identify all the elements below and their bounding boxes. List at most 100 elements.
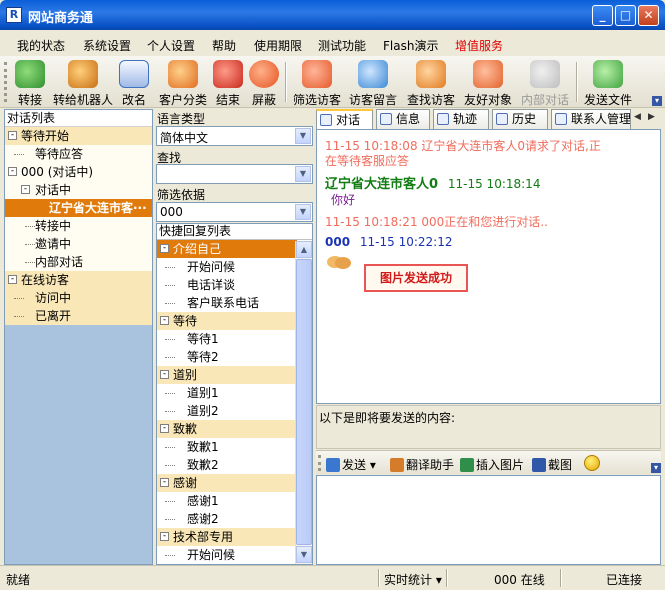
quick-reply-category[interactable]: - 道别 xyxy=(157,366,297,384)
tree-item-visitor-dalian[interactable]: 辽宁省大连市客··· xyxy=(5,199,152,217)
connection-status: 已连接 xyxy=(606,573,643,587)
menu-help[interactable]: 帮助 xyxy=(212,37,236,54)
rename-button[interactable]: 改名 xyxy=(118,58,150,107)
visitor-message-text: 你好 xyxy=(331,193,356,207)
message-input[interactable] xyxy=(316,475,661,565)
menu-usage-period[interactable]: 使用期限 xyxy=(254,37,302,54)
quick-reply-item[interactable]: 开始问候 xyxy=(157,546,297,564)
menu-flash-demo[interactable]: Flash演示 xyxy=(383,37,438,54)
minimize-button[interactable]: _ xyxy=(592,5,613,26)
scroll-down-icon[interactable]: ▼ xyxy=(296,546,312,563)
menu-my-status[interactable]: 我的状态 xyxy=(17,37,65,54)
quick-reply-item[interactable]: 客户联系电话 xyxy=(157,294,297,312)
tab-track[interactable]: 轨迹 xyxy=(433,109,489,129)
search-visitor-button[interactable]: 查找访客 xyxy=(404,58,458,107)
tree-group-agent-000[interactable]: - 000 (对话中) xyxy=(5,163,152,181)
collapse-icon[interactable]: - xyxy=(8,167,17,176)
quick-reply-item[interactable]: 开始问候 xyxy=(157,258,297,276)
menu-personal-settings[interactable]: 个人设置 xyxy=(147,37,195,54)
collapse-icon[interactable]: - xyxy=(160,244,169,253)
status-ready: 就绪 xyxy=(6,573,31,587)
filter-select[interactable]: 000 ▼ xyxy=(156,202,313,222)
menu-system-settings[interactable]: 系统设置 xyxy=(83,37,131,54)
collapse-icon[interactable]: - xyxy=(160,532,169,541)
collapse-icon[interactable]: - xyxy=(160,478,169,487)
collapse-icon[interactable]: - xyxy=(160,370,169,379)
tree-group-online-visitors[interactable]: - 在线访客 xyxy=(5,271,152,289)
tab-conversation[interactable]: 对话 xyxy=(316,109,373,130)
transfer-to-robot-button[interactable]: 转给机器人 xyxy=(50,58,116,107)
emoji-icon[interactable] xyxy=(584,455,600,471)
quick-reply-text: 感谢1 xyxy=(187,494,219,508)
scroll-up-icon[interactable]: ▲ xyxy=(296,241,312,258)
friendly-object-button[interactable]: 友好对象 xyxy=(460,58,516,107)
realtime-stats-dropdown[interactable]: 实时统计 ▾ xyxy=(384,571,442,588)
compose-overflow-icon[interactable]: ▾ xyxy=(651,463,661,473)
tree-item-visiting[interactable]: 访问中 xyxy=(5,289,152,307)
tree-group-waiting-start[interactable]: - 等待开始 xyxy=(5,127,152,145)
quick-reply-item[interactable]: 道别1 xyxy=(157,384,297,402)
transfer-button[interactable]: 转接 xyxy=(12,58,48,107)
menu-value-added-service[interactable]: 增值服务 xyxy=(455,37,503,54)
tab-info[interactable]: 信息 xyxy=(376,109,430,129)
tree-item-waiting-answer[interactable]: 等待应答 xyxy=(5,145,152,163)
quick-reply-text: 等待2 xyxy=(187,350,219,364)
scroll-thumb[interactable] xyxy=(296,259,312,545)
compose-preview: 以下是即将要发送的内容: xyxy=(316,405,661,449)
chevron-down-icon[interactable]: ▼ xyxy=(295,204,311,220)
tab-history[interactable]: 历史 xyxy=(492,109,548,129)
quick-reply-item[interactable]: 等待1 xyxy=(157,330,297,348)
toolbar-overflow-icon[interactable]: ▾ xyxy=(652,96,662,106)
tree-group-in-conversation[interactable]: - 对话中 xyxy=(5,181,152,199)
quick-reply-category[interactable]: - 技术部专用 xyxy=(157,528,297,546)
collapse-icon[interactable]: - xyxy=(160,424,169,433)
quick-reply-category[interactable]: - 介绍自己 xyxy=(157,240,297,258)
tab-scroll-right-icon[interactable]: ▶ xyxy=(648,112,655,122)
chevron-down-icon[interactable]: ▼ xyxy=(295,128,311,144)
maximize-button[interactable]: □ xyxy=(615,5,636,26)
send-file-button[interactable]: 发送文件 xyxy=(580,58,636,107)
chevron-down-icon[interactable]: ▼ xyxy=(295,166,311,182)
collapse-icon[interactable]: - xyxy=(8,131,17,140)
toolbar-grip[interactable] xyxy=(4,62,7,102)
send-button[interactable]: 发送 ▾ xyxy=(326,456,376,473)
end-button[interactable]: 结束 xyxy=(212,58,244,107)
quick-reply-item[interactable]: 致歉1 xyxy=(157,438,297,456)
collapse-icon[interactable]: - xyxy=(21,185,30,194)
tab-scroll-left-icon[interactable]: ◀ xyxy=(634,112,641,122)
insert-image-button[interactable]: 插入图片 xyxy=(460,456,524,473)
quick-reply-category[interactable]: - 感谢 xyxy=(157,474,297,492)
quick-reply-category[interactable]: - 等待 xyxy=(157,312,297,330)
quick-reply-item[interactable]: 感谢1 xyxy=(157,492,297,510)
quick-reply-item[interactable]: 感谢2 xyxy=(157,510,297,528)
menu-test-features[interactable]: 测试功能 xyxy=(318,37,366,54)
search-input[interactable]: ▼ xyxy=(156,164,313,184)
block-button[interactable]: 屏蔽 xyxy=(248,58,280,107)
quick-reply-item[interactable]: 电话详谈 xyxy=(157,276,297,294)
visitor-message-button[interactable]: 访客留言 xyxy=(346,58,400,107)
quick-reply-item[interactable]: 等待2 xyxy=(157,348,297,366)
tree-item-internal-chat[interactable]: 内部对话 xyxy=(5,253,152,271)
quick-reply-category[interactable]: - 致歉 xyxy=(157,420,297,438)
filter-visitor-button[interactable]: 筛选访客 xyxy=(290,58,344,107)
language-select[interactable]: 简体中文 ▼ xyxy=(156,126,313,146)
filter-visitor-icon xyxy=(302,60,332,88)
internal-chat-button: 内部对话 xyxy=(518,58,572,107)
compose-grip[interactable] xyxy=(318,455,321,471)
collapse-icon[interactable]: - xyxy=(160,316,169,325)
collapse-icon[interactable]: - xyxy=(8,275,17,284)
tree-item-transferring[interactable]: 转接中 xyxy=(5,217,152,235)
quick-reply-scrollbar[interactable]: ▲ ▼ xyxy=(295,241,312,564)
transfer-icon xyxy=(15,60,45,88)
customer-category-button[interactable]: 客户分类 xyxy=(156,58,210,107)
tab-contact-management[interactable]: 联系人管理 xyxy=(551,109,631,129)
quick-reply-item[interactable]: 致歉2 xyxy=(157,456,297,474)
visitor-message-icon xyxy=(358,60,388,88)
tab-bar: 对话 信息 轨迹 历史 联系人管理 ◀ ▶ xyxy=(316,109,661,130)
close-button[interactable]: ✕ xyxy=(638,5,659,26)
screenshot-button[interactable]: 截图 xyxy=(532,456,572,473)
translate-assistant-button[interactable]: 翻译助手 xyxy=(390,456,454,473)
tree-item-inviting[interactable]: 邀请中 xyxy=(5,235,152,253)
quick-reply-item[interactable]: 道别2 xyxy=(157,402,297,420)
tree-item-left[interactable]: 已离开 xyxy=(5,307,152,325)
